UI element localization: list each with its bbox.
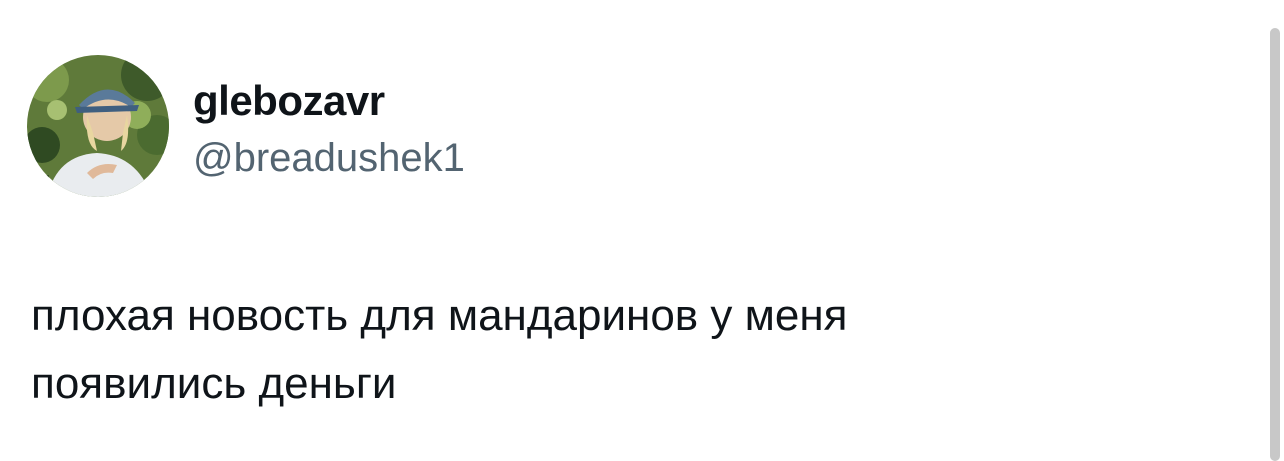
user-handle[interactable]: @breadushek1 [193,134,465,182]
display-name[interactable]: glebozavr [193,76,385,126]
tweet-text-line: появились деньги [31,359,397,408]
tweet-text: плохая новость для мандаринов у меня поя… [31,282,1211,418]
scrollbar[interactable] [1268,0,1284,461]
avatar[interactable] [27,55,169,197]
tweet-card: glebozavr @breadushek1 плохая новость дл… [0,0,1284,461]
user-avatar-photo-icon [27,55,169,197]
scrollbar-thumb[interactable] [1270,28,1280,461]
tweet-text-line: плохая новость для мандаринов у меня [31,291,848,340]
